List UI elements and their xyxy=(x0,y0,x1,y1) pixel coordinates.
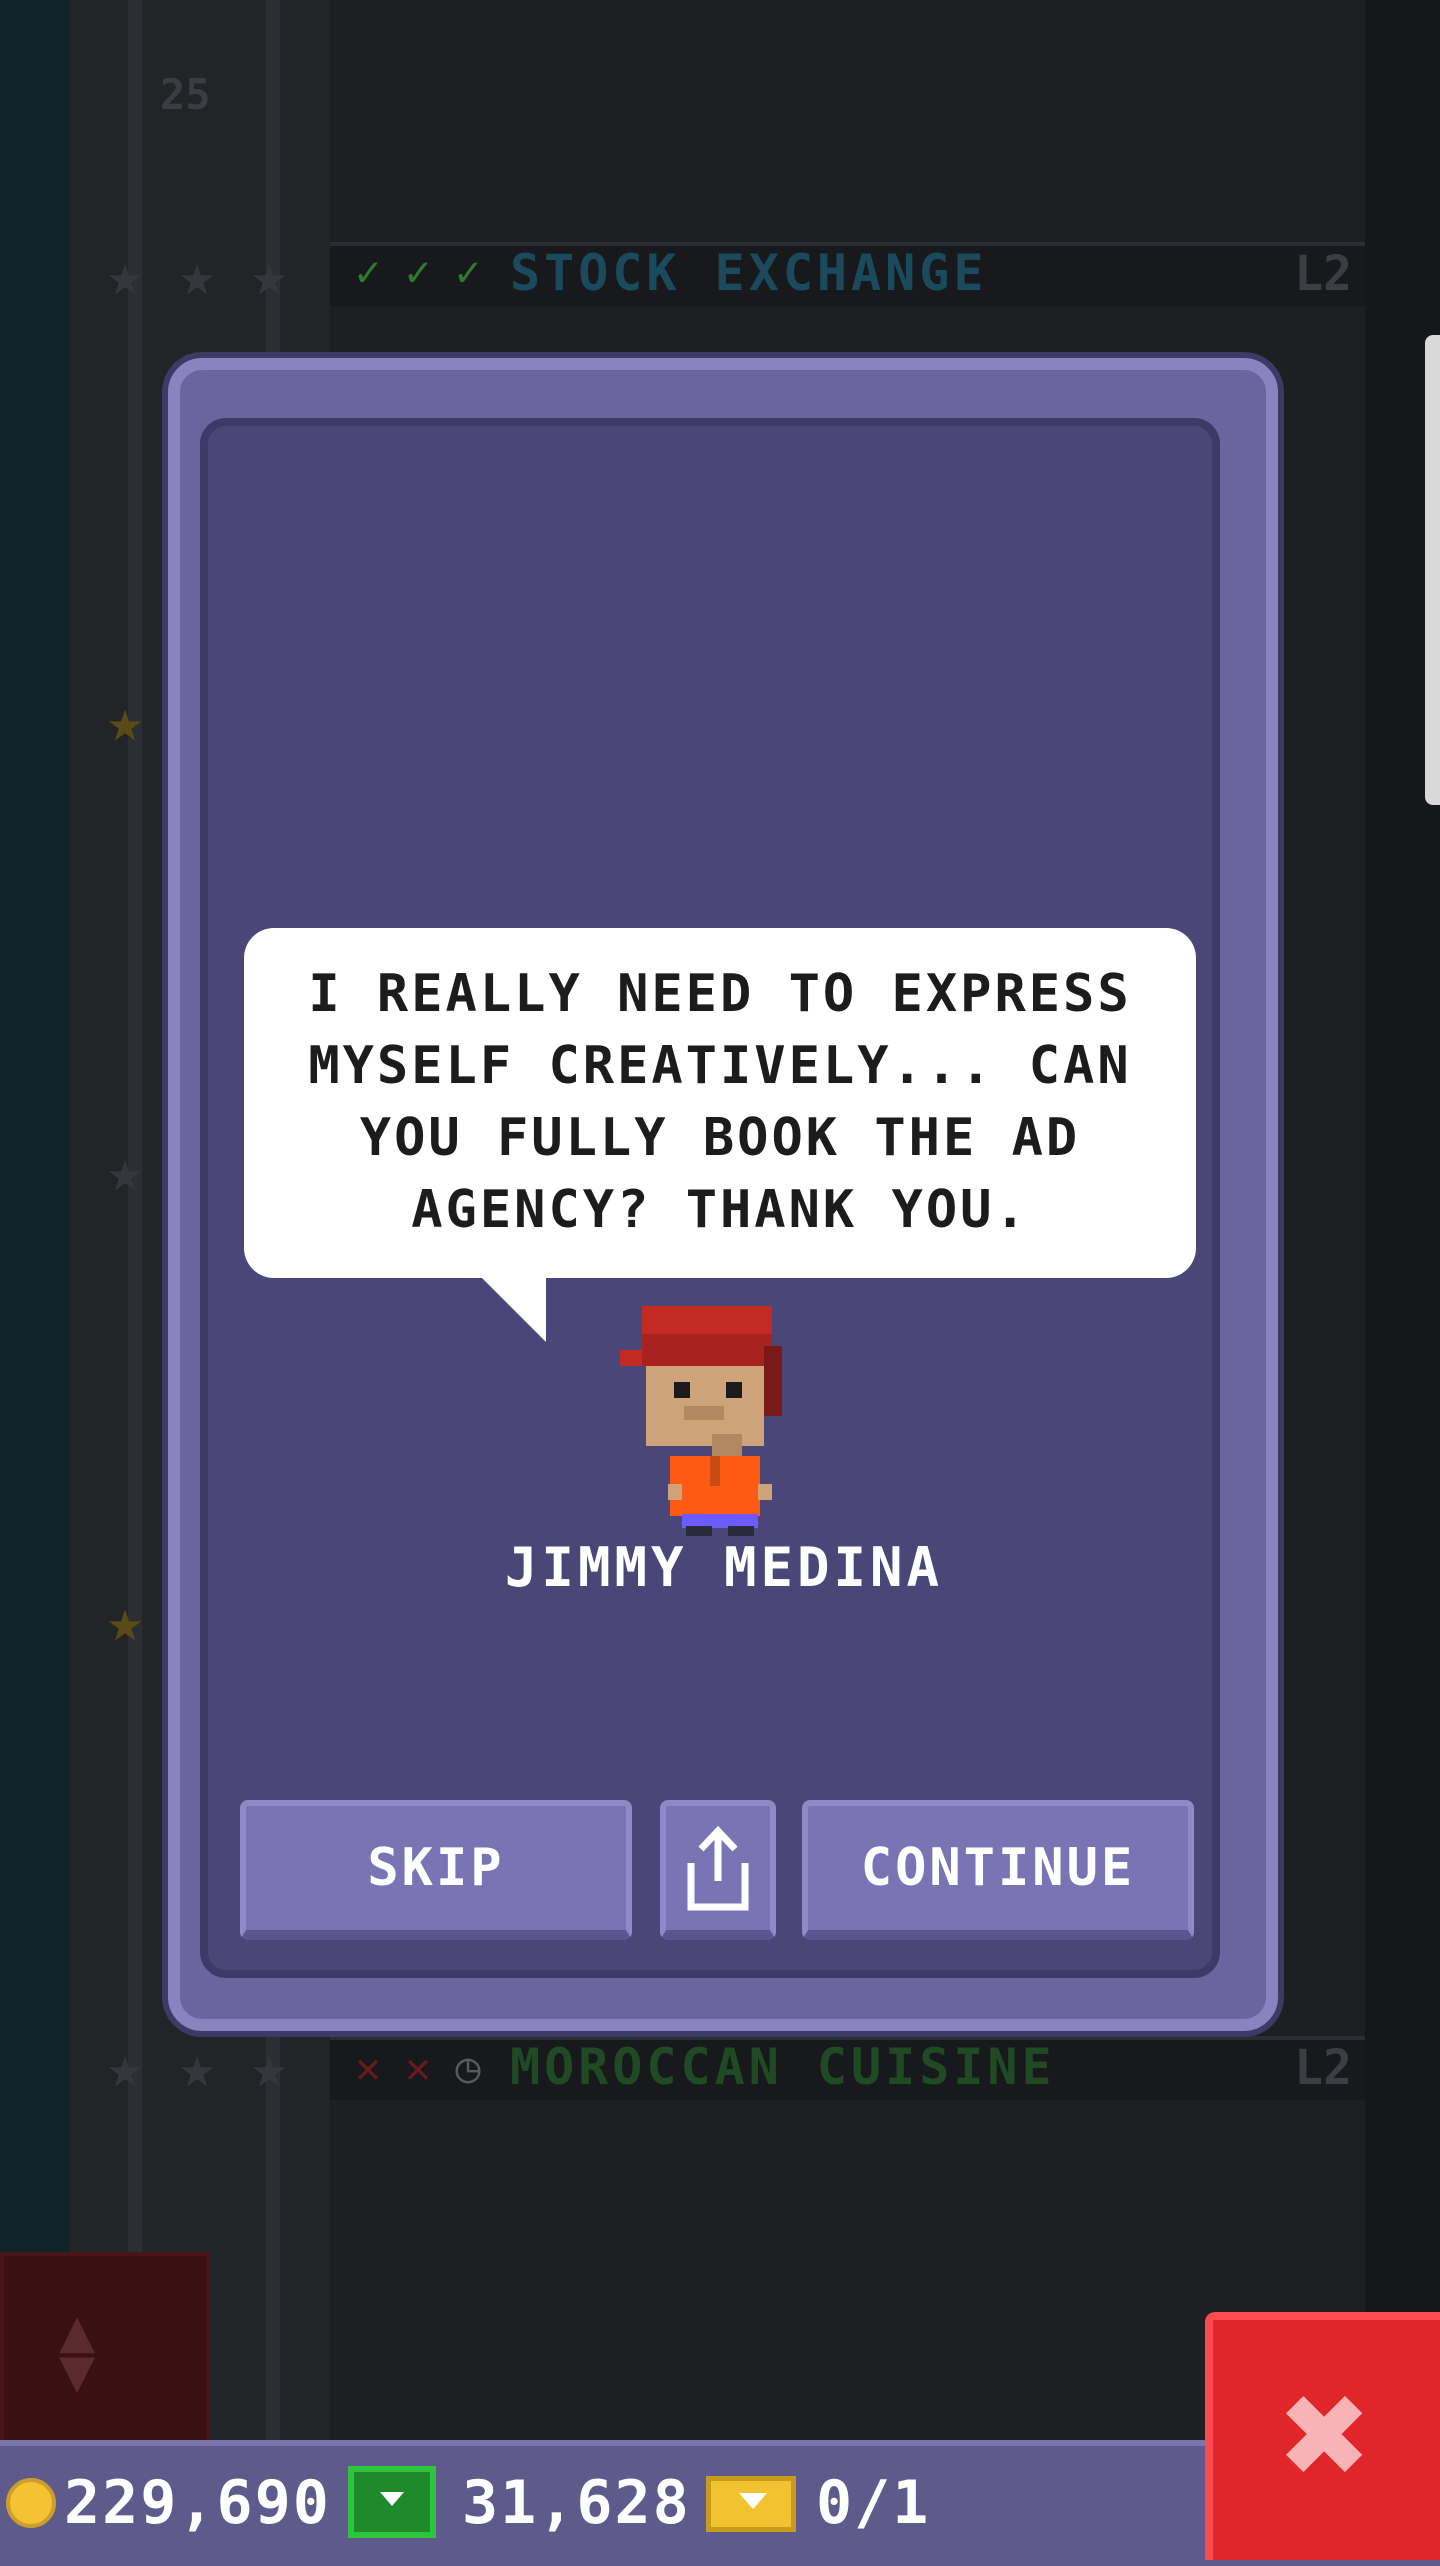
skip-button[interactable]: SKIP xyxy=(240,1800,632,1940)
character-name: JIMMY MEDINA xyxy=(504,1536,944,1599)
close-icon: ✖ xyxy=(1281,2348,1372,2522)
star-icon: ★ xyxy=(178,2032,216,2102)
floor-level: L2 xyxy=(1294,246,1352,302)
clock-icon: ◷ xyxy=(455,2043,481,2092)
ticket-icon xyxy=(706,2476,796,2532)
close-button[interactable]: ✖ xyxy=(1205,2312,1440,2560)
check-icon: ✓ xyxy=(455,247,481,296)
check-icon: ✓ xyxy=(405,247,431,296)
character-avatar xyxy=(620,1306,782,1536)
bux-icon xyxy=(348,2466,436,2538)
skip-button-label: SKIP xyxy=(367,1838,505,1898)
star-icon: ★ xyxy=(250,2032,288,2102)
floor-name-moroccan-cuisine[interactable]: MOROCCAN CUISINE xyxy=(510,2038,1056,2096)
continue-button[interactable]: CONTINUE xyxy=(802,1800,1194,1940)
x-icon: ✕ xyxy=(405,2043,431,2092)
gold-star-icon: ★ xyxy=(106,1586,144,1656)
speech-bubble-tail xyxy=(480,1276,546,1342)
floor-level: L2 xyxy=(1294,2040,1352,2096)
share-icon xyxy=(687,1825,749,1911)
coins-count: 229,690 xyxy=(64,2468,331,2538)
star-icon: ★ xyxy=(106,1136,144,1206)
dialog-message: I REALLY NEED TO EXPRESS MYSELF CREATIVE… xyxy=(308,964,1132,1240)
floor-name-stock-exchange[interactable]: STOCK EXCHANGE xyxy=(510,244,987,302)
floor-nav-button[interactable]: ▲ ▼ xyxy=(0,2252,210,2448)
check-icon: ✓ xyxy=(355,247,381,296)
gold-star-icon: ★ xyxy=(106,686,144,756)
star-icon: ★ xyxy=(106,2032,144,2102)
star-icon: ★ xyxy=(106,240,144,310)
x-icon: ✕ xyxy=(355,2043,381,2092)
star-icon: ★ xyxy=(178,240,216,310)
tickets-count: 0/1 xyxy=(816,2468,931,2538)
elevator-shaft-left xyxy=(0,0,70,2440)
floor-number: 25 xyxy=(160,70,211,119)
star-icon: ★ xyxy=(250,240,288,310)
continue-button-label: CONTINUE xyxy=(860,1838,1136,1898)
coin-icon xyxy=(6,2478,56,2528)
scroll-handle[interactable] xyxy=(1425,335,1440,805)
bux-count: 31,628 xyxy=(462,2468,691,2538)
share-button[interactable] xyxy=(660,1800,776,1940)
up-down-arrows-icon: ▲ ▼ xyxy=(59,2296,96,2406)
